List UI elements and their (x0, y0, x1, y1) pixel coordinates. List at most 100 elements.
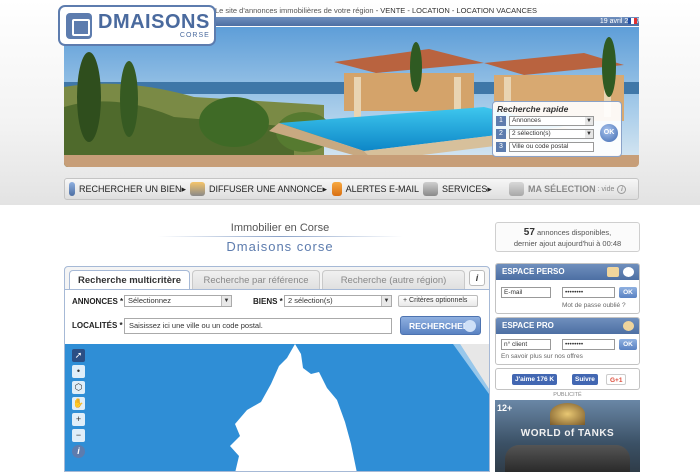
quick-search-ok-button[interactable]: OK (600, 124, 618, 142)
logo-house-icon (66, 12, 92, 39)
page-brand-heading: Dmaisons corse (226, 239, 334, 254)
advertisement-banner[interactable]: 12+ WORLD of TANKS (495, 400, 640, 472)
tank-image (505, 445, 630, 472)
localites-input[interactable]: Saisissez ici une ville ou un code posta… (124, 318, 392, 334)
search-form: ANNONCES * Sélectionnez ▼ BIENS * 2 sélec… (65, 289, 489, 344)
tab-multicritere[interactable]: Recherche multicritère (69, 270, 190, 290)
megaphone-icon (190, 182, 205, 196)
espace-perso-title: ESPACE PERSO (502, 267, 565, 276)
pro-ok-button[interactable]: OK (619, 339, 637, 350)
quick-search-title: Recherche rapide (497, 104, 569, 114)
check-icon (464, 320, 476, 332)
edit-icon (607, 267, 619, 277)
listing-count: 57 (523, 227, 535, 238)
hand-pan-icon[interactable]: ✋ (72, 397, 85, 410)
social-buttons: J'aime 176 K Suivre G+1 (495, 368, 640, 390)
chevron-down-icon: ▼ (585, 117, 593, 125)
perso-ok-button[interactable]: OK (619, 287, 637, 298)
rechercher-button[interactable]: RECHERCHER (400, 316, 481, 335)
game-logo: WORLD of TANKS (520, 428, 615, 439)
page-heading: Immobilier en Corse (230, 222, 330, 234)
listing-count-label: annonces disponibles, (536, 228, 612, 237)
quick-search-row-biens[interactable]: 2 2 sélection(s) ▼ (496, 129, 594, 139)
logo-name: DMAISONS (98, 10, 210, 33)
point-tool-icon[interactable]: • (72, 365, 85, 378)
criteres-optionnels-button[interactable]: + Critères optionnels (398, 295, 478, 307)
pro-password-field[interactable]: •••••••• (562, 339, 615, 350)
polygon-tool-icon[interactable]: ⬡ (72, 381, 85, 394)
search-home-icon (69, 182, 75, 196)
listing-stats: 57 annonces disponibles, dernier ajout a… (495, 222, 640, 252)
heading-divider (158, 236, 403, 237)
espace-perso-box: ESPACE PERSO E-mail •••••••• OK Mot de p… (495, 263, 640, 314)
info-icon[interactable]: i (469, 270, 485, 286)
localites-label: LOCALITÉS * (72, 321, 123, 330)
email-field[interactable]: E-mail (501, 287, 551, 298)
advertising-label: PUBLICITÉ (553, 392, 582, 398)
nav-alertes-email[interactable]: ALERTES E-MAIL (328, 179, 419, 199)
user-icon (623, 267, 634, 277)
step-number: 1 (496, 116, 506, 126)
annonces-select[interactable]: Sélectionnez ▼ (124, 295, 232, 307)
age-rating: 12+ (497, 403, 513, 413)
facebook-follow-button[interactable]: Suivre (572, 374, 598, 385)
quick-search-panel: Recherche rapide 1 Annonces ▼ 2 2 sélecti… (492, 101, 622, 157)
client-number-field[interactable]: n° client (501, 339, 551, 350)
quick-search-row-location[interactable]: 3 Ville ou code postal (496, 142, 594, 152)
email-alert-icon (332, 182, 342, 196)
map-toolbar: ➚ • ⬡ ✋ + − i (72, 349, 88, 461)
nav-label: ALERTES E-MAIL (345, 184, 419, 194)
forgot-password-link[interactable]: Mot de passe oublié ? (562, 302, 626, 309)
nav-rechercher-bien[interactable]: RECHERCHER UN BIEN ▸ (65, 179, 186, 199)
espace-perso-header: ESPACE PERSO (496, 264, 639, 280)
services-icon (423, 182, 438, 196)
biens-select[interactable]: 2 sélection(s) ▼ (509, 129, 594, 139)
map-info-icon[interactable]: i (72, 445, 85, 458)
logo-region: CORSE (179, 31, 210, 39)
annonces-select[interactable]: Annonces ▼ (509, 116, 594, 126)
nav-services[interactable]: SERVICES ▸ (419, 179, 505, 199)
tagline-text: Le site d'annonces immobilières de votre… (215, 6, 374, 15)
chevron-down-icon: ▼ (381, 296, 391, 306)
info-icon[interactable]: i (617, 184, 627, 194)
nav-label: SERVICES (442, 184, 488, 194)
site-logo[interactable]: DMAISONS CORSE (58, 5, 216, 46)
biens-label: BIENS * (253, 297, 283, 306)
nav-diffuser-annonce[interactable]: DIFFUSER UNE ANNONCE ▸ (186, 179, 328, 199)
french-flag-icon[interactable] (628, 18, 637, 24)
quick-search-row-annonces[interactable]: 1 Annonces ▼ (496, 116, 594, 126)
zoom-out-icon[interactable]: − (72, 429, 85, 442)
corsica-map[interactable]: ➚ • ⬡ ✋ + − i (65, 344, 489, 471)
last-added: dernier ajout aujourd'hui à 00:48 (513, 239, 622, 248)
search-panel: Recherche multicritère Recherche par réf… (64, 266, 490, 472)
chevron-down-icon: ▼ (221, 296, 231, 306)
tab-reference[interactable]: Recherche par référence (192, 270, 320, 289)
nav-label: RECHERCHER UN BIEN (78, 184, 182, 194)
google-plus-button[interactable]: G+1 (606, 374, 627, 385)
biens-select[interactable]: 2 sélection(s) ▼ (284, 295, 392, 307)
selection-status: : vide (597, 185, 615, 193)
espace-pro-title: ESPACE PRO (502, 321, 554, 330)
nav-label: DIFFUSER UNE ANNONCE (209, 184, 323, 194)
site-tagline: Le site d'annonces immobilières de votre… (215, 6, 537, 15)
pointer-tool-icon[interactable]: ➚ (72, 349, 85, 362)
game-emblem-icon (550, 403, 585, 425)
espace-pro-header: ESPACE PRO (496, 318, 639, 334)
chevron-down-icon: ▼ (585, 130, 593, 138)
rechercher-label: RECHERCHER (409, 321, 469, 331)
annonces-label: ANNONCES * (72, 297, 124, 306)
step-number: 2 (496, 129, 506, 139)
nav-ma-selection[interactable]: MA SÉLECTION : vide i (505, 179, 638, 199)
zoom-in-icon[interactable]: + (72, 413, 85, 426)
tab-autre-region[interactable]: Recherche (autre région) (322, 270, 465, 289)
nav-label: MA SÉLECTION (528, 184, 596, 194)
pro-offers-link[interactable]: En savoir plus sur nos offres (501, 353, 583, 360)
password-field[interactable]: •••••••• (562, 287, 615, 298)
pro-user-icon (623, 321, 634, 331)
location-input[interactable]: Ville ou code postal (509, 142, 594, 152)
tagline-links[interactable]: - VENTE - LOCATION - LOCATION VACANCES (376, 6, 537, 15)
espace-pro-box: ESPACE PRO n° client •••••••• OK En savo… (495, 317, 640, 365)
facebook-like-button[interactable]: J'aime 176 K (512, 374, 558, 385)
step-number: 3 (496, 142, 506, 152)
main-navigation: RECHERCHER UN BIEN ▸ DIFFUSER UNE ANNONCE… (64, 178, 639, 200)
